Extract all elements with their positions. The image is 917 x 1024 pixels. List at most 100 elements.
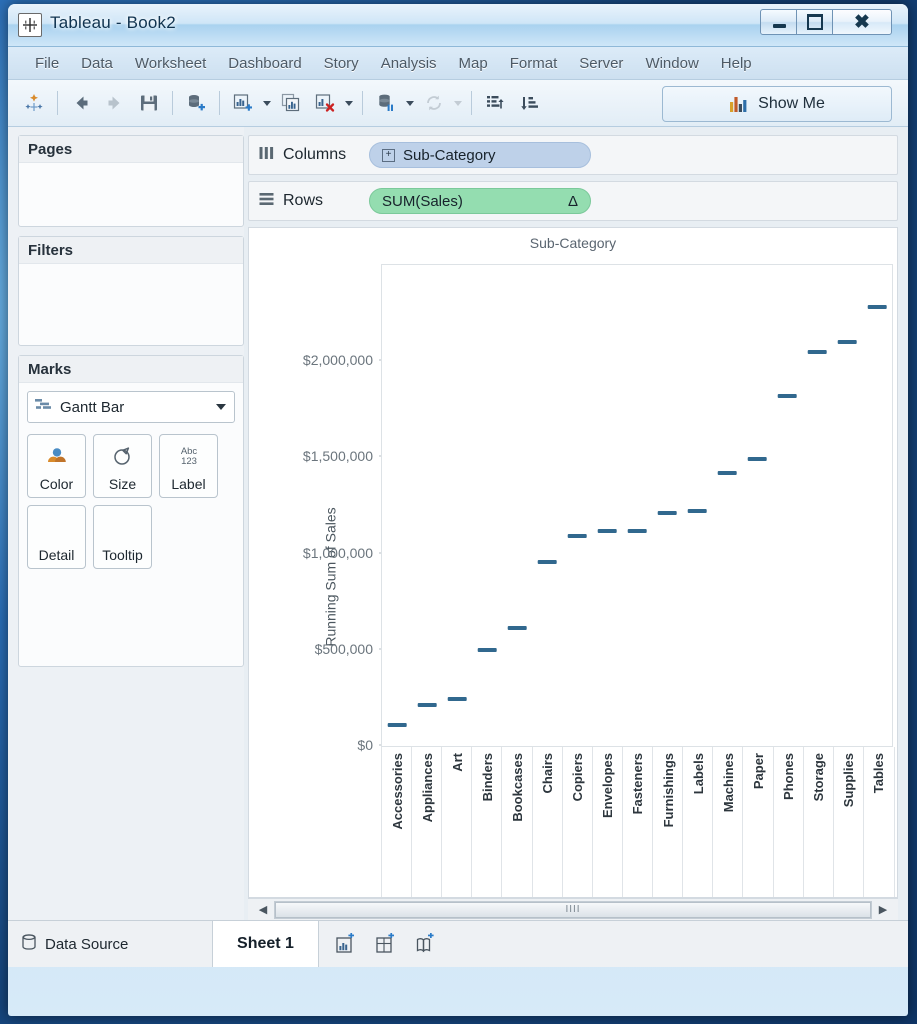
gantt-bar-icon [34,398,53,417]
pill-sum-sales[interactable]: SUM(Sales) Δ [369,188,591,214]
x-axis-category[interactable]: Fasteners [621,747,653,897]
new-worksheet-icon[interactable] [227,87,259,119]
sheet-tab-sheet1[interactable]: Sheet 1 [213,921,319,967]
refresh-icon [418,87,450,119]
x-axis-category[interactable]: Tables [862,747,895,897]
x-axis-category[interactable]: Accessories [381,747,412,897]
pill-sub-category[interactable]: + Sub-Category [369,142,591,168]
scroll-right-arrow-icon[interactable]: ▶ [872,901,894,919]
x-axis-category[interactable]: Binders [471,747,502,897]
chevron-down-icon[interactable] [343,87,355,119]
marks-size-button[interactable]: Size [93,434,152,498]
scroll-left-arrow-icon[interactable]: ◀ [252,901,274,919]
menu-item-server[interactable]: Server [568,52,634,75]
data-source-label: Data Source [45,935,129,953]
new-worksheet-tab-icon[interactable] [333,931,359,957]
x-axis-category[interactable]: Labels [682,747,713,897]
gantt-bar-mark[interactable] [717,470,737,475]
minimize-icon[interactable] [760,9,798,35]
x-axis-category[interactable]: Furnishings [652,747,683,897]
marks-label-button[interactable]: Abc 123 Label [159,434,218,498]
menu-item-format[interactable]: Format [499,52,569,75]
gantt-bar-mark[interactable] [837,339,857,344]
x-axis-category[interactable]: Copiers [561,747,593,897]
marks-detail-button[interactable]: Detail [27,505,86,569]
menu-item-dashboard[interactable]: Dashboard [217,52,312,75]
gantt-bar-mark[interactable] [867,305,887,310]
mark-type-dropdown[interactable]: Gantt Bar [27,391,235,423]
menu-item-data[interactable]: Data [70,52,124,75]
tableau-sparkle-icon[interactable] [18,87,50,119]
y-axis-ticks: $0 $500,000 $1,000,000 $1,500,000 $2,000,000 [279,256,384,897]
chevron-down-icon[interactable] [261,87,273,119]
filters-drop-zone[interactable] [19,264,243,280]
gantt-bar-mark[interactable] [447,696,467,701]
scrollbar-track[interactable]: IIII [274,900,872,919]
new-story-tab-icon[interactable] [413,931,439,957]
x-axis-category[interactable]: Paper [742,747,773,897]
pages-drop-zone[interactable] [19,163,243,179]
marks-tooltip-button[interactable]: Tooltip [93,505,152,569]
gantt-bar-mark[interactable] [777,393,797,398]
maximize-icon[interactable] [796,9,834,35]
x-axis-category[interactable]: Envelopes [591,747,623,897]
sort-descending-icon[interactable] [513,87,545,119]
columns-shelf[interactable]: Columns + Sub-Category [248,135,898,175]
gantt-bar-mark[interactable] [747,457,767,462]
chevron-down-icon [452,87,464,119]
menu-item-window[interactable]: Window [634,52,709,75]
x-axis-category-label: Bookcases [510,753,526,822]
worksheet-canvas[interactable]: Sub-Category Running Sum of Sales $0 $500… [248,227,898,898]
duplicate-sheet-icon[interactable] [275,87,307,119]
gantt-bar-mark[interactable] [537,560,557,565]
chevron-down-icon[interactable] [216,404,226,410]
x-axis-category[interactable]: Supplies [832,747,864,897]
filters-card-title: Filters [19,237,243,264]
x-axis-category[interactable]: Art [441,747,472,897]
gantt-bar-mark[interactable] [657,511,677,516]
data-source-tab[interactable]: Data Source [8,921,213,967]
menu-item-file[interactable]: File [24,52,70,75]
new-dashboard-tab-icon[interactable] [373,931,399,957]
x-axis-category[interactable]: Phones [772,747,804,897]
gantt-bar-mark[interactable] [477,647,497,652]
x-axis-category[interactable]: Chairs [531,747,563,897]
gantt-bar-mark[interactable] [507,625,527,630]
rows-shelf[interactable]: Rows SUM(Sales) Δ [248,181,898,221]
menu-item-worksheet[interactable]: Worksheet [124,52,217,75]
marks-color-button[interactable]: Color [27,434,86,498]
view-pane: Columns + Sub-Category Rows SUM(Sales) Δ… [244,127,908,920]
save-icon[interactable] [133,87,165,119]
gantt-bar-mark[interactable] [417,702,437,707]
gantt-bar-mark[interactable] [567,534,587,539]
chevron-down-icon[interactable] [404,87,416,119]
new-data-source-icon[interactable] [180,87,212,119]
back-arrow-icon[interactable] [65,87,97,119]
gantt-bar-mark[interactable] [807,349,827,354]
x-axis-category[interactable]: Machines [712,747,743,897]
scrollbar-thumb[interactable]: IIII [275,901,871,918]
plot-area[interactable] [381,264,893,747]
menu-item-help[interactable]: Help [710,52,763,75]
gantt-bar-mark[interactable] [387,722,407,727]
gantt-bar-mark[interactable] [687,509,707,514]
x-axis-category[interactable]: Appliances [411,747,442,897]
forward-arrow-icon [99,87,131,119]
svg-text:123: 123 [181,456,197,467]
gantt-bar-mark[interactable] [597,529,617,534]
swap-rows-columns-icon[interactable] [479,87,511,119]
pause-updates-icon[interactable] [370,87,402,119]
menu-item-story[interactable]: Story [313,52,370,75]
gantt-bar-mark[interactable] [627,529,647,534]
show-me-button[interactable]: Show Me [662,86,892,122]
pill-sum-sales-label: SUM(Sales) [382,192,463,210]
x-axis-category[interactable]: Storage [802,747,834,897]
marks-label-label: Label [171,476,206,492]
clear-sheet-icon[interactable] [309,87,341,119]
expand-plus-icon[interactable]: + [382,148,395,162]
horizontal-scrollbar[interactable]: ◀ IIII ▶ [248,898,898,920]
x-axis-category[interactable]: Bookcases [501,747,532,897]
menu-item-map[interactable]: Map [448,52,499,75]
close-icon[interactable]: ✖ [832,9,892,35]
menu-item-analysis[interactable]: Analysis [370,52,448,75]
